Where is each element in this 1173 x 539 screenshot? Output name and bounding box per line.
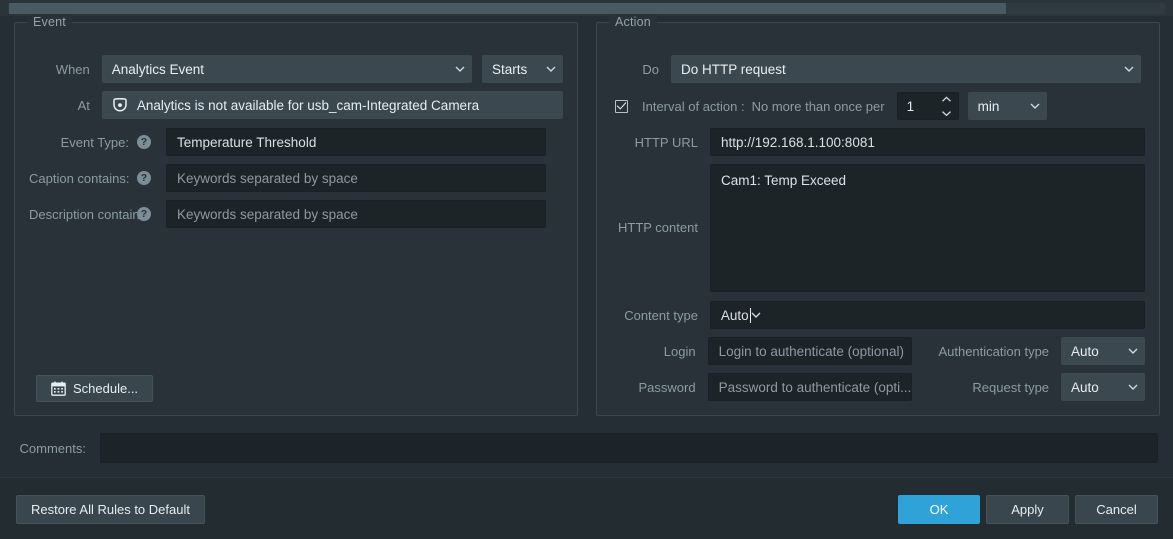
- login-label: Login: [663, 343, 696, 359]
- action-panel: Action Do Do HTTP request Interval of ac…: [596, 15, 1160, 416]
- ok-button-label: OK: [929, 502, 949, 517]
- cancel-button[interactable]: Cancel: [1075, 495, 1158, 524]
- when-label: When: [55, 61, 90, 77]
- http-content-row: HTTP content Cam1: Temp Exceed: [611, 164, 1145, 292]
- comments-input[interactable]: [100, 433, 1158, 463]
- authentication-type-value: Auto: [1071, 343, 1099, 359]
- password-input[interactable]: Password to authenticate (opti...: [707, 373, 913, 401]
- chevron-down-icon: [455, 66, 465, 72]
- http-content-textarea[interactable]: Cam1: Temp Exceed: [709, 164, 1145, 292]
- chevron-down-icon: [1128, 384, 1138, 390]
- action-type-combobox-value: Do HTTP request: [681, 61, 786, 77]
- dome-camera-icon: [112, 98, 128, 112]
- caption-contains-placeholder: Keywords separated by space: [177, 170, 358, 186]
- schedule-button-label: Schedule...: [73, 381, 139, 396]
- interval-value-spinner[interactable]: 1: [896, 92, 959, 120]
- comments-row: Comments:: [14, 432, 1158, 464]
- password-label: Password: [638, 379, 696, 395]
- do-row: Do Do HTTP request: [611, 55, 1145, 83]
- scrollbar-thumb[interactable]: [9, 3, 1006, 14]
- event-state-combobox[interactable]: Starts: [481, 55, 563, 83]
- interval-unit-combobox[interactable]: min: [967, 92, 1047, 120]
- authentication-type-label: Authentication type: [938, 343, 1050, 359]
- chevron-down-icon: [751, 312, 761, 318]
- event-type-label: Event Type:: [60, 134, 129, 150]
- description-contains-input[interactable]: Keywords separated by space: [166, 200, 546, 228]
- interval-row: Interval of action : No more than once p…: [615, 92, 1149, 120]
- help-icon[interactable]: ?: [137, 135, 151, 149]
- event-rule-dialog: Event When Analytics Event Starts At Ana…: [0, 0, 1173, 539]
- do-label: Do: [642, 61, 659, 77]
- schedule-button[interactable]: Schedule...: [36, 375, 154, 402]
- http-content-value: Cam1: Temp Exceed: [720, 173, 847, 188]
- interval-sublabel: No more than once per: [751, 98, 885, 114]
- content-type-combobox[interactable]: Auto: [709, 301, 1145, 329]
- dialog-button-bar: Restore All Rules to Default OK Apply Ca…: [0, 477, 1173, 539]
- calendar-icon: [51, 381, 66, 396]
- http-content-label: HTTP content: [617, 220, 698, 235]
- chevron-down-icon: [546, 66, 556, 72]
- http-url-value: http://192.168.1.100:8081: [720, 134, 875, 150]
- spinner-up-icon: [941, 96, 951, 102]
- comments-label: Comments:: [19, 440, 86, 456]
- authentication-type-combobox[interactable]: Auto: [1061, 337, 1145, 365]
- event-type-combobox[interactable]: Analytics Event: [101, 55, 472, 83]
- chevron-down-icon: [1128, 348, 1138, 354]
- interval-of-action-checkbox[interactable]: [615, 99, 628, 113]
- content-type-row: Content type Auto: [611, 301, 1145, 329]
- event-type-row: Event Type: ? Temperature Threshold: [29, 128, 563, 156]
- caption-contains-label: Caption contains:: [29, 170, 130, 186]
- event-type-value-text: Temperature Threshold: [177, 134, 317, 150]
- interval-unit-value: min: [977, 98, 1000, 114]
- password-placeholder: Password to authenticate (opti...: [718, 379, 912, 395]
- caption-contains-input[interactable]: Keywords separated by space: [166, 164, 546, 192]
- restore-all-rules-label: Restore All Rules to Default: [31, 502, 190, 517]
- request-type-value: Auto: [1071, 379, 1099, 395]
- spinner-arrows[interactable]: [941, 96, 952, 117]
- content-type-label: Content type: [624, 307, 698, 323]
- password-row: Password Password to authenticate (opti.…: [611, 373, 1145, 401]
- action-panel-legend: Action: [609, 15, 657, 29]
- horizontal-scrollbar[interactable]: [0, 0, 1173, 16]
- interval-of-action-label: Interval of action :: [642, 98, 745, 114]
- chevron-down-icon: [1124, 66, 1134, 72]
- restore-all-rules-button[interactable]: Restore All Rules to Default: [16, 495, 205, 524]
- spinner-down-icon: [941, 111, 951, 117]
- http-url-input[interactable]: http://192.168.1.100:8081: [709, 128, 1145, 156]
- description-contains-placeholder: Keywords separated by space: [177, 206, 358, 222]
- http-url-label: HTTP URL: [634, 134, 698, 150]
- content-type-value: Auto: [720, 307, 749, 323]
- description-contains-row: Description contains: ? Keywords separat…: [29, 200, 563, 228]
- event-panel: Event When Analytics Event Starts At Ana…: [14, 15, 578, 416]
- at-target-selector[interactable]: Analytics is not available for usb_cam-I…: [101, 91, 563, 119]
- login-input[interactable]: Login to authenticate (optional): [707, 337, 913, 365]
- login-row: Login Login to authenticate (optional) A…: [611, 337, 1145, 365]
- event-state-combobox-value: Starts: [491, 61, 528, 77]
- request-type-label: Request type: [972, 379, 1050, 395]
- at-label: At: [77, 97, 90, 113]
- description-contains-label: Description contains:: [29, 206, 150, 222]
- help-icon[interactable]: ?: [137, 207, 151, 221]
- action-type-combobox[interactable]: Do HTTP request: [671, 55, 1141, 83]
- caption-contains-row: Caption contains: ? Keywords separated b…: [29, 164, 563, 192]
- at-target-text: Analytics is not available for usb_cam-I…: [136, 97, 480, 113]
- event-panel-legend: Event: [27, 15, 72, 29]
- apply-button-label: Apply: [1011, 502, 1044, 517]
- help-icon[interactable]: ?: [137, 171, 151, 185]
- interval-value-text: 1: [906, 98, 915, 114]
- event-type-combobox-value: Analytics Event: [111, 61, 205, 77]
- http-url-row: HTTP URL http://192.168.1.100:8081: [611, 128, 1145, 156]
- chevron-down-icon: [1030, 103, 1040, 109]
- login-placeholder: Login to authenticate (optional): [718, 343, 904, 359]
- apply-button[interactable]: Apply: [986, 495, 1069, 524]
- cancel-button-label: Cancel: [1096, 502, 1137, 517]
- when-row: When Analytics Event Starts: [29, 55, 563, 83]
- event-type-value-field[interactable]: Temperature Threshold: [166, 128, 546, 156]
- ok-button[interactable]: OK: [898, 495, 980, 524]
- at-row: At Analytics is not available for usb_ca…: [29, 91, 563, 119]
- request-type-combobox[interactable]: Auto: [1061, 373, 1145, 401]
